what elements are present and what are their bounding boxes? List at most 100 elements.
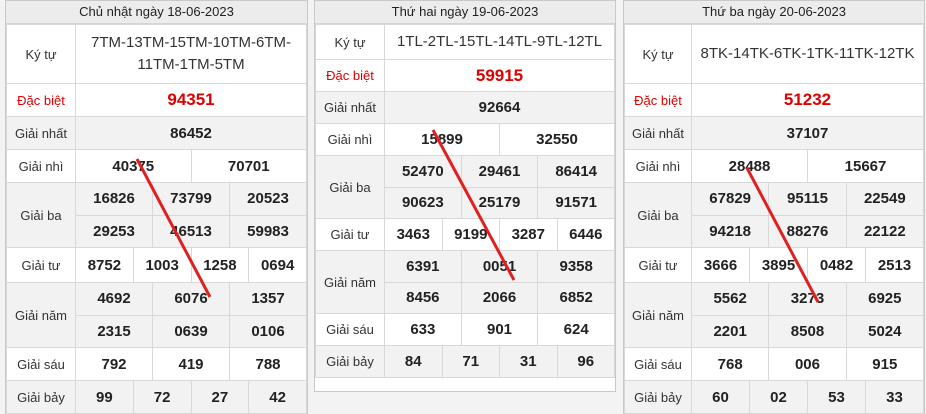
prize-values: 792 419 788 (75, 347, 307, 381)
prize-values: 768 006 915 (691, 347, 924, 381)
prize-number: 3666 (703, 256, 738, 274)
prize-label: Giải sáu (315, 313, 385, 346)
prize-label: Giải ba (315, 155, 385, 219)
prize-row: Giải sáu 792 419 788 (6, 347, 307, 381)
prize-row: Giải tư 3666 3895 0482 2513 (624, 247, 924, 283)
prize-number: 9199 (441, 219, 500, 250)
prize-number: 29461 (460, 156, 538, 187)
prize-label: Giải nhì (6, 149, 76, 183)
prize-number: 95115 (768, 183, 845, 215)
prize-number: 2201 (713, 322, 747, 340)
prize-values: 84 71 31 96 (384, 345, 615, 378)
prize-number: 5024 (845, 315, 923, 347)
prize-label: Giải ba (6, 182, 76, 248)
prize-row: Đặc biệt 94351 (6, 83, 307, 117)
prize-label: Giải năm (6, 282, 76, 348)
prize-row: Giải bảy 84 71 31 96 (315, 345, 615, 378)
prize-number: 915 (845, 348, 923, 380)
prize-number: 71 (441, 346, 500, 377)
prize-number: 6446 (556, 219, 615, 250)
prize-label: Giải tư (6, 247, 76, 283)
prize-label: Giải bảy (624, 380, 692, 414)
prize-row: Giải nhì 15899 32550 (315, 123, 615, 156)
prize-number: 3895 (749, 248, 807, 282)
result-panel-2: Thứ hai ngày 19-06-2023 Ký tự 1TL-2TL-15TL… (314, 0, 616, 392)
prize-row: Giải nhất 37107 (624, 116, 924, 150)
prize-label: Giải ba (624, 182, 692, 248)
prize-number: 59915 (475, 65, 524, 85)
prize-number: 99 (96, 388, 113, 406)
prize-row: Giải sáu 633 901 624 (315, 313, 615, 346)
prize-label: Giải năm (624, 282, 692, 348)
prize-number: 28488 (728, 157, 771, 175)
prize-row: Đặc biệt 59915 (315, 59, 615, 92)
prize-number: 3463 (396, 226, 430, 243)
prize-number: 792 (101, 355, 127, 373)
prize-number: 419 (152, 348, 229, 380)
prize-number: 8508 (768, 315, 845, 347)
kytu-label: Ký tự (6, 24, 76, 84)
prize-number: 29253 (93, 222, 135, 240)
kytu-label: Ký tự (624, 24, 692, 84)
prize-row: Giải bảy 99 72 27 42 (6, 380, 307, 414)
prize-number: 27 (190, 381, 249, 413)
prize-row: Giải bảy 60 02 53 33 (624, 380, 924, 414)
prize-number: 32550 (499, 124, 614, 155)
prize-values: 86452 (75, 116, 307, 150)
prize-number: 52470 (401, 162, 444, 180)
prize-number: 33 (865, 381, 923, 413)
prize-row: Giải năm 5562 3273 6925 2201 8508 5024 (624, 282, 924, 348)
prize-label: Giải sáu (6, 347, 76, 381)
prize-values: 3463 9199 3287 6446 (384, 218, 615, 251)
prize-label: Giải nhất (6, 116, 76, 150)
prize-row: Giải nhất 86452 (6, 116, 307, 150)
prize-number: 60 (712, 388, 729, 406)
prize-number: 8752 (87, 256, 122, 274)
prize-number: 633 (410, 321, 436, 338)
prize-row: Giải năm 6391 0051 9358 8456 2066 6852 (315, 250, 615, 314)
prize-row: Giải nhì 28488 15667 (624, 149, 924, 183)
prize-number: 1357 (229, 283, 306, 315)
prize-values: 60 02 53 33 (691, 380, 924, 414)
prize-number: 20523 (229, 183, 306, 215)
prize-number: 0051 (460, 251, 538, 282)
prize-number: 25179 (460, 187, 538, 218)
prize-number: 22122 (845, 215, 923, 247)
prize-label: Đặc biệt (315, 59, 385, 92)
prize-row: Giải năm 4692 6076 1357 2315 0639 0106 (6, 282, 307, 348)
prize-number: 15667 (807, 150, 923, 182)
prize-values: 92664 (384, 91, 615, 124)
prize-values: 37107 (691, 116, 924, 150)
prize-number: 0639 (152, 315, 229, 347)
prize-label: Giải tư (624, 247, 692, 283)
prize-label: Giải nhất (315, 91, 385, 124)
prize-number: 94351 (167, 90, 215, 109)
prize-number: 2513 (865, 248, 923, 282)
prize-number: 901 (460, 314, 538, 345)
prize-number: 96 (556, 346, 615, 377)
prize-label: Đặc biệt (6, 83, 76, 117)
prize-number: 5562 (713, 290, 747, 308)
prize-label: Giải tư (315, 218, 385, 251)
prize-number: 0482 (807, 248, 865, 282)
prize-number: 02 (749, 381, 807, 413)
prize-values: 99 72 27 42 (75, 380, 307, 414)
prize-number: 6852 (537, 282, 614, 313)
kytu-value: 7TM-13TM-15TM-10TM-6TM-11TM-1TM-5TM (75, 24, 307, 84)
prize-number: 1258 (190, 248, 249, 282)
prize-values: 67829 95115 22549 94218 88276 22122 (691, 182, 924, 248)
prize-number: 37107 (786, 124, 829, 142)
results-table: Ký tự 8TK-14TK-6TK-1TK-11TK-12TK Đặc biệt 5… (624, 24, 924, 414)
prize-number: 624 (537, 314, 614, 345)
prize-number: 91571 (537, 187, 614, 218)
prize-number: 768 (717, 355, 743, 373)
result-panel-1: Chủ nhật ngày 18-06-2023 Ký tự 7TM-13TM-15… (5, 0, 308, 414)
prize-number: 94218 (709, 222, 752, 240)
prize-values: 633 901 624 (384, 313, 615, 346)
panel-date-title: Thứ ba ngày 20-06-2023 (624, 1, 924, 24)
kytu-value: 8TK-14TK-6TK-1TK-11TK-12TK (691, 24, 924, 84)
prize-number: 3287 (499, 219, 557, 250)
prize-number: 53 (807, 381, 865, 413)
panel-date-title: Thứ hai ngày 19-06-2023 (315, 1, 615, 24)
prize-number: 4692 (97, 290, 131, 308)
